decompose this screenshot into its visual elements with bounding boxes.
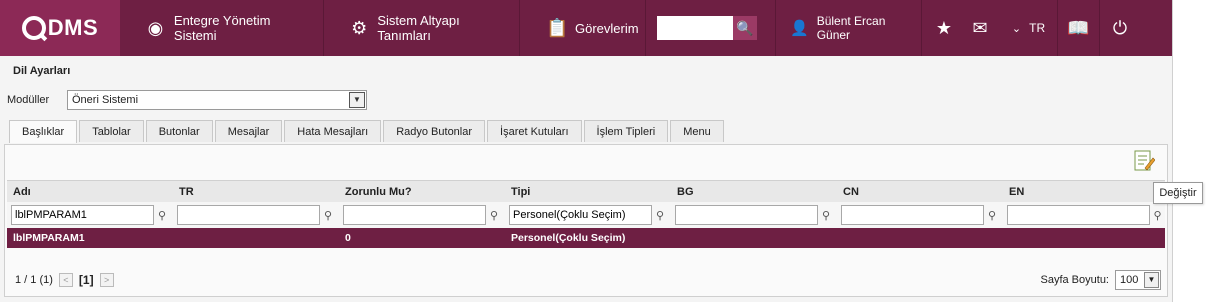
prev-page-button[interactable]: <: [58, 273, 73, 287]
filter-icon[interactable]: ⚲: [320, 209, 336, 222]
pager-summary: 1 / 1 (1): [15, 274, 53, 286]
filter-cell: ⚲: [339, 202, 505, 228]
grid-footer: 1 / 1 (1) < [1] > Sayfa Boyutu: 100 ▼: [5, 264, 1167, 294]
tab-basliklar[interactable]: Başlıklar: [9, 120, 78, 143]
table-cell-adi: lblPMPARAM1: [13, 232, 85, 244]
column-header-zorunlu[interactable]: Zorunlu Mu?: [339, 181, 505, 202]
edit-icon[interactable]: [1133, 148, 1155, 172]
filter-cell: ⚲: [505, 202, 671, 228]
favorites-button[interactable]: ★: [922, 0, 960, 56]
filter-icon[interactable]: ⚲: [154, 209, 170, 222]
filter-icon[interactable]: ⚲: [818, 209, 834, 222]
messages-button[interactable]: ✉: [960, 0, 1000, 56]
column-header-cn[interactable]: CN: [837, 181, 1003, 202]
book-icon: 📖: [1067, 17, 1090, 38]
filter-input-en[interactable]: [1007, 205, 1150, 225]
search-icon: 🔍: [736, 19, 754, 36]
tab-hata-mesajlari[interactable]: Hata Mesajları: [284, 120, 382, 142]
current-page[interactable]: [1]: [79, 273, 94, 287]
table-cell-tipi: Personel(Çoklu Seçim): [511, 232, 626, 244]
filter-input-bg[interactable]: [675, 205, 818, 225]
top-navigation-bar: DMS ◉ Entegre Yönetim Sistemi ⚙ Sistem A…: [0, 0, 1172, 56]
target-icon: ◉: [147, 17, 164, 38]
chevron-down-icon: ▼: [349, 92, 365, 108]
page-size-control: Sayfa Boyutu: 100 ▼: [1040, 270, 1161, 290]
gear-icon: ⚙: [351, 17, 368, 38]
filter-input-tipi[interactable]: [509, 205, 652, 225]
logout-button[interactable]: ⏻: [1100, 0, 1140, 56]
right-gutter: [1172, 0, 1212, 302]
nav-label: Sistem Altyapı Tanımları: [377, 13, 460, 43]
logo-q-icon: [21, 16, 46, 40]
clipboard-icon: 📋: [546, 17, 569, 38]
filter-cell: ⚲: [7, 202, 173, 228]
search-button[interactable]: 🔍: [733, 16, 757, 40]
power-icon: ⏻: [1112, 17, 1128, 38]
search-input[interactable]: [657, 16, 733, 40]
filter-icon[interactable]: ⚲: [1150, 209, 1165, 222]
filter-icon[interactable]: ⚲: [486, 209, 502, 222]
language-selector[interactable]: ⌄ TR: [1000, 0, 1058, 56]
page-title: Dil Ayarları: [13, 65, 71, 77]
edit-tooltip: Değiştir: [1153, 182, 1203, 204]
tab-radyo-butonlar[interactable]: Radyo Butonlar: [383, 120, 486, 142]
page-size-value: 100: [1120, 274, 1139, 286]
filter-row: ⚲ ⚲ ⚲ ⚲ ⚲: [7, 202, 1165, 228]
table-row[interactable]: lblPMPARAM1 0 Personel(Çoklu Seçim): [7, 228, 1165, 248]
tab-mesajlar[interactable]: Mesajlar: [214, 120, 283, 142]
module-select[interactable]: Öneri Sistemi ▼: [67, 90, 367, 110]
next-page-button[interactable]: >: [99, 273, 114, 287]
logo-text: DMS: [47, 15, 99, 40]
filter-cell: ⚲: [173, 202, 339, 228]
grid-header: Adı TR Zorunlu Mu? Tipi BG CN EN: [7, 180, 1165, 202]
pager: 1 / 1 (1) < [1] >: [15, 273, 114, 287]
filter-icon[interactable]: ⚲: [652, 209, 668, 222]
filter-cell: ⚲: [837, 202, 1003, 228]
column-header-adi[interactable]: Adı: [7, 181, 173, 202]
filter-input-zorunlu[interactable]: [343, 205, 486, 225]
page-size-select[interactable]: 100 ▼: [1115, 270, 1161, 290]
page-size-label: Sayfa Boyutu:: [1040, 274, 1110, 286]
user-name: Bülent Ercan Güner: [816, 14, 886, 42]
column-header-en[interactable]: EN: [1003, 181, 1165, 202]
chevron-down-icon: ⌄: [1011, 22, 1022, 35]
filter-input-cn[interactable]: [841, 205, 984, 225]
filter-cell: ⚲: [671, 202, 837, 228]
language-code: TR: [1029, 21, 1046, 35]
app-logo[interactable]: DMS: [0, 0, 120, 56]
chevron-down-icon: ▼: [1144, 272, 1159, 288]
nav-gorevlerim[interactable]: 📋 Görevlerim: [520, 0, 646, 56]
tab-islem-tipleri[interactable]: İşlem Tipleri: [583, 120, 669, 142]
filter-input-adi[interactable]: [11, 205, 154, 225]
search-box: 🔍: [646, 0, 776, 56]
tab-tablolar[interactable]: Tablolar: [79, 120, 144, 142]
filter-input-tr[interactable]: [177, 205, 320, 225]
user-icon: 👤: [790, 20, 809, 37]
filter-cell: ⚲: [1003, 202, 1165, 228]
nav-sistem-altyapi[interactable]: ⚙ Sistem Altyapı Tanımları: [324, 0, 520, 56]
tab-bar: Başlıklar Tablolar Butonlar Mesajlar Hat…: [9, 120, 724, 143]
envelope-icon: ✉: [972, 17, 988, 38]
help-book-button[interactable]: 📖: [1058, 0, 1100, 56]
module-select-value: Öneri Sistemi: [72, 94, 139, 106]
column-header-tr[interactable]: TR: [173, 181, 339, 202]
tab-menu[interactable]: Menu: [670, 120, 724, 142]
data-grid: Adı TR Zorunlu Mu? Tipi BG CN EN ⚲ ⚲: [7, 180, 1165, 248]
module-label: Modüller: [7, 94, 50, 106]
nav-label: Entegre Yönetim Sistemi: [173, 13, 271, 43]
column-header-tipi[interactable]: Tipi: [505, 181, 671, 202]
tab-butonlar[interactable]: Butonlar: [145, 120, 213, 142]
user-menu[interactable]: 👤 Bülent Ercan Güner: [776, 0, 922, 56]
nav-label: Görevlerim: [575, 20, 639, 36]
column-header-bg[interactable]: BG: [671, 181, 837, 202]
star-icon: ★: [935, 17, 953, 38]
main-content: Dil Ayarları Modüller Öneri Sistemi ▼ Ba…: [0, 56, 1172, 302]
tab-isaret-kutulari[interactable]: İşaret Kutuları: [487, 120, 582, 142]
filter-icon[interactable]: ⚲: [984, 209, 1000, 222]
nav-entegre-yonetim[interactable]: ◉ Entegre Yönetim Sistemi: [120, 0, 324, 56]
table-cell-zorunlu: 0: [345, 232, 351, 244]
tab-panel: Adı TR Zorunlu Mu? Tipi BG CN EN ⚲ ⚲: [4, 144, 1168, 297]
